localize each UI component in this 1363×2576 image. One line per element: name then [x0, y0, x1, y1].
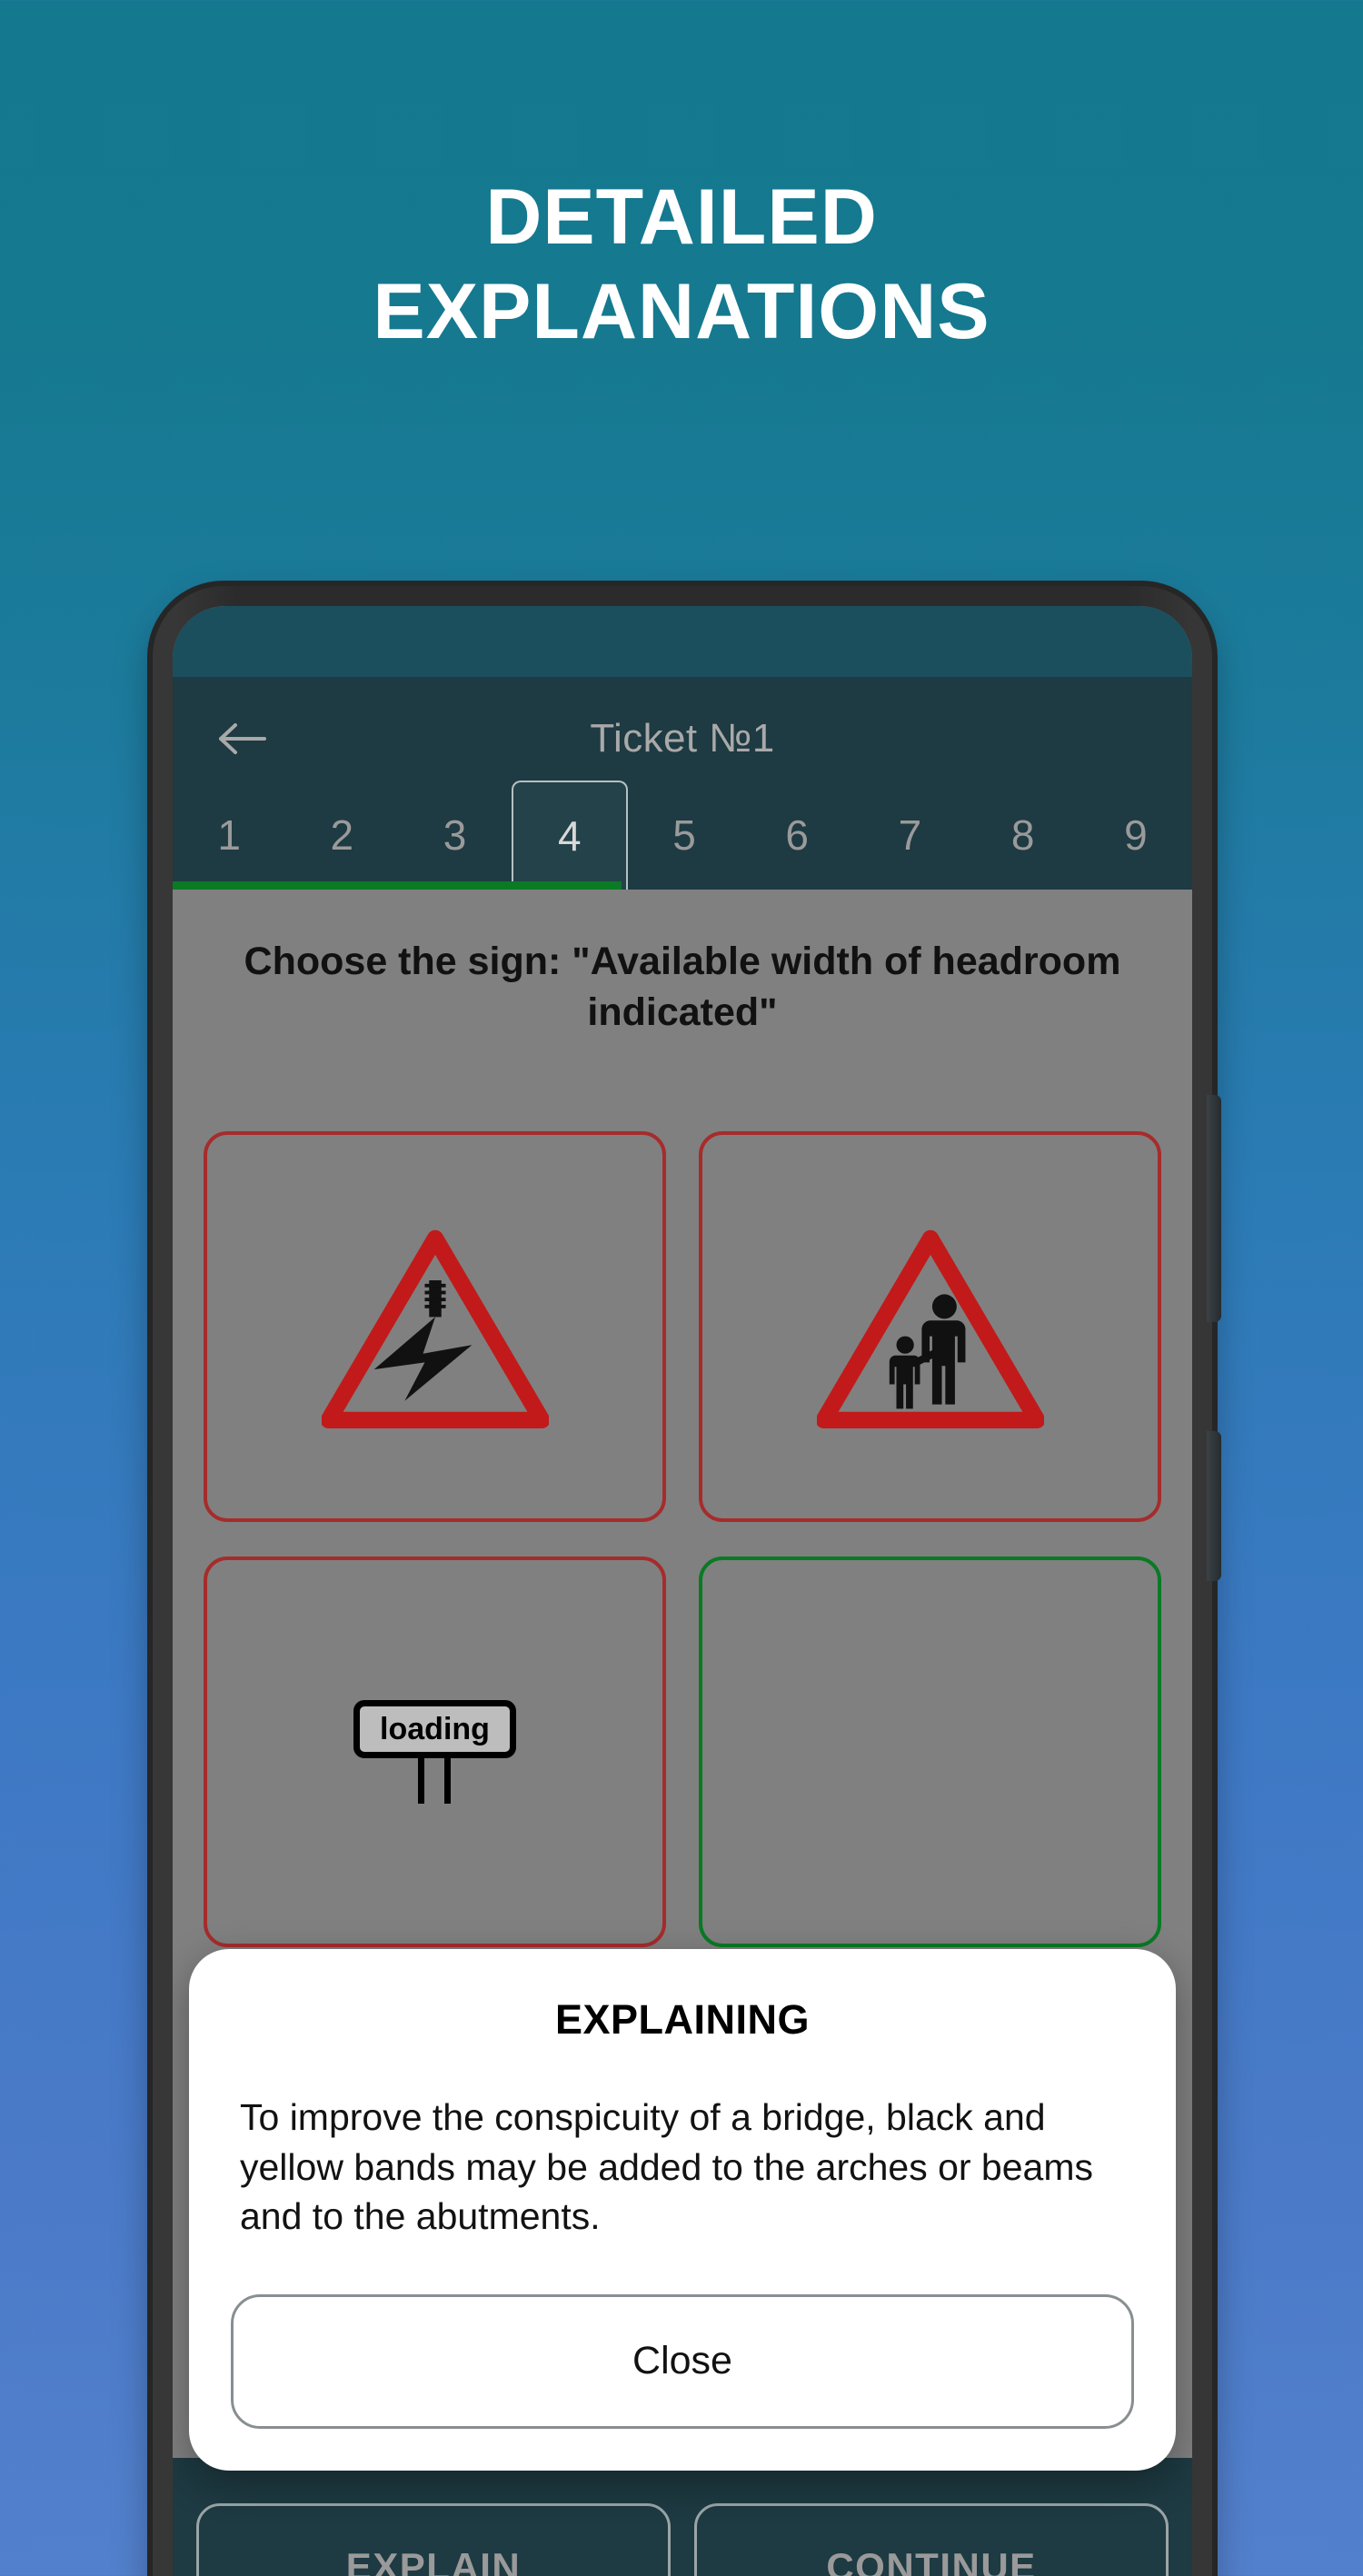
loading-sign-label: loading: [353, 1700, 516, 1758]
dialog-body-text: To improve the conspicuity of a bridge, …: [240, 2096, 1093, 2238]
explain-button[interactable]: EXPLAIN: [196, 2503, 671, 2576]
page-title: Ticket №1: [590, 716, 775, 761]
status-bar: [173, 606, 1192, 677]
phone-device-frame: Ticket №1 1 2 3 4 5 6 7 8 9 Choose the s…: [153, 586, 1221, 2576]
tab-question-4[interactable]: 4: [511, 781, 628, 890]
answer-option-4[interactable]: [699, 1557, 1161, 1947]
continue-button[interactable]: CONTINUE: [694, 2503, 1169, 2576]
tab-question-5[interactable]: 5: [628, 781, 741, 890]
pedestrians-sign-icon: [816, 1229, 1044, 1429]
promo-headline-line-2: EXPLANATIONS: [373, 267, 990, 355]
question-text: Choose the sign: "Available width of hea…: [244, 940, 1121, 1034]
dialog-close-button[interactable]: Close: [231, 2293, 1134, 2429]
answer-option-2[interactable]: [699, 1131, 1161, 1522]
tab-question-1[interactable]: 1: [173, 781, 285, 890]
answer-options-grid: loading: [204, 1131, 1161, 1947]
tab-question-8[interactable]: 8: [967, 781, 1079, 890]
progress-bar-fill: [173, 881, 622, 890]
loading-sign-icon: loading: [353, 1700, 516, 1804]
progress-bar-track: [173, 881, 1192, 890]
loading-sign-post-right: [444, 1758, 452, 1804]
app-bar: Ticket №1 1 2 3 4 5 6 7 8 9: [173, 677, 1192, 890]
answer-option-3[interactable]: loading: [204, 1557, 666, 1947]
tab-question-9[interactable]: 9: [1079, 781, 1192, 890]
answer-option-1[interactable]: [204, 1131, 666, 1522]
tab-question-7[interactable]: 7: [853, 781, 966, 890]
promo-headline: DETAILED EXPLANATIONS: [0, 174, 1363, 355]
tab-question-6[interactable]: 6: [741, 781, 853, 890]
tab-question-3[interactable]: 3: [398, 781, 511, 890]
phone-screen: Ticket №1 1 2 3 4 5 6 7 8 9 Choose the s…: [173, 606, 1192, 2576]
power-button[interactable]: [1207, 1431, 1221, 1581]
back-arrow-icon[interactable]: [214, 711, 271, 767]
question-number-tabbar: 1 2 3 4 5 6 7 8 9: [173, 781, 1192, 890]
bottom-action-bar: EXPLAIN CONTINUE: [173, 2458, 1192, 2576]
blank-sign-icon: [817, 1647, 1044, 1856]
dialog-title: EXPLAINING: [554, 1996, 811, 2043]
tab-question-2[interactable]: 2: [285, 781, 398, 890]
promo-headline-line-1: DETAILED: [485, 174, 878, 261]
loading-sign-posts: [418, 1758, 452, 1804]
electric-hazard-sign-icon: [321, 1229, 549, 1429]
explaining-dialog: EXPLAINING To improve the conspicuity of…: [189, 1949, 1176, 2471]
volume-rocker-button[interactable]: [1207, 1095, 1221, 1322]
loading-sign-post-left: [418, 1758, 425, 1804]
app-bar-top-row: Ticket №1: [173, 697, 1192, 781]
